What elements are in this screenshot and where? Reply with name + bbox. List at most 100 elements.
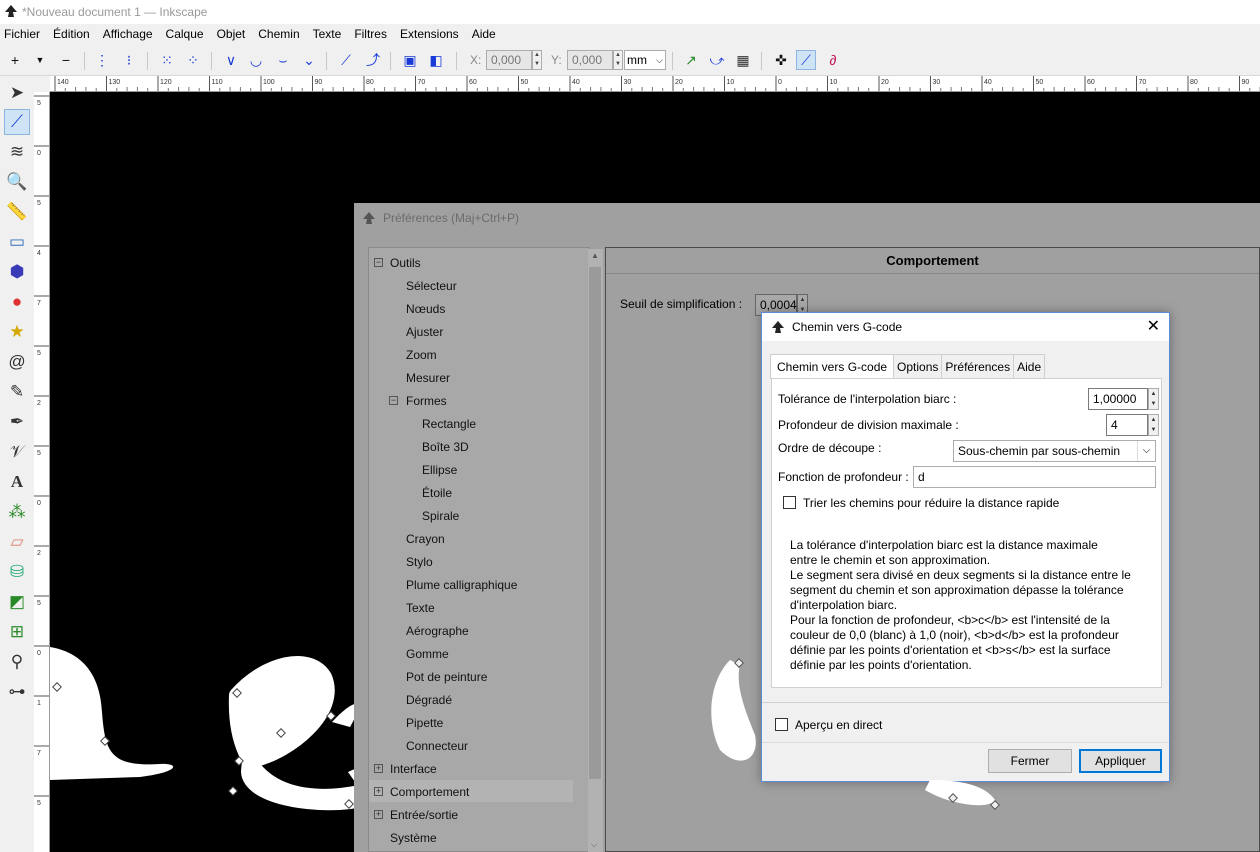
depth-spin-arrows[interactable]: ▲ ▼: [1148, 414, 1159, 436]
x-spin-arrows[interactable]: ▲ ▼: [532, 50, 542, 70]
text-tool-icon[interactable]: A: [4, 469, 30, 495]
tree-item[interactable]: Formes: [406, 391, 447, 411]
pencil-tool-icon[interactable]: ✎: [4, 379, 30, 405]
show-handles-icon[interactable]: ⟋: [796, 50, 816, 70]
menu-calque[interactable]: Calque: [166, 27, 204, 41]
insert-node-dropdown-icon[interactable]: ▼: [30, 50, 50, 70]
tree-item[interactable]: Étoile: [422, 483, 452, 503]
y-spin-arrows[interactable]: ▲ ▼: [613, 50, 623, 70]
menu-affichage[interactable]: Affichage: [103, 27, 153, 41]
node-cusp-icon[interactable]: ∨: [221, 50, 241, 70]
tree-item[interactable]: Comportement: [390, 782, 469, 802]
tree-item[interactable]: Ajuster: [406, 322, 443, 342]
insert-node-icon[interactable]: +: [5, 50, 25, 70]
tree-item[interactable]: Crayon: [406, 529, 445, 549]
tab-aide[interactable]: Aide: [1013, 354, 1046, 378]
join-nodes-icon[interactable]: ⋮: [92, 50, 112, 70]
tree-item[interactable]: Spirale: [422, 506, 459, 526]
eraser-tool-icon[interactable]: ▱: [4, 529, 30, 555]
menu-aide[interactable]: Aide: [472, 27, 496, 41]
tolerance-spin-arrows[interactable]: ▲ ▼: [1148, 388, 1159, 410]
tree-item[interactable]: Pipette: [406, 713, 443, 733]
tree-item[interactable]: Entrée/sortie: [390, 805, 458, 825]
ellipse-tool-icon[interactable]: ●: [4, 289, 30, 315]
tree-item[interactable]: Boîte 3D: [422, 437, 469, 457]
pen-tool-icon[interactable]: ✒: [4, 409, 30, 435]
tree-item[interactable]: Stylo: [406, 552, 433, 572]
break-path-icon[interactable]: ⁝: [119, 50, 139, 70]
paint-bucket-tool-icon[interactable]: ⛁: [4, 559, 30, 585]
tree-item[interactable]: Aérographe: [406, 621, 469, 641]
collapse-icon[interactable]: −: [389, 396, 398, 405]
selector-tool-icon[interactable]: ➤: [4, 80, 30, 106]
delete-node-icon[interactable]: −: [56, 50, 76, 70]
tree-item[interactable]: Texte: [406, 598, 435, 618]
gradient-tool-icon[interactable]: ◩: [4, 589, 30, 615]
tree-item[interactable]: Rectangle: [422, 414, 476, 434]
expand-icon[interactable]: +: [374, 787, 383, 796]
dropper-tool-icon[interactable]: ⚲: [4, 649, 30, 675]
scroll-thumb[interactable]: [589, 267, 601, 779]
tree-scrollbar[interactable]: ▲ ⌵: [588, 249, 603, 852]
segment-curve-icon[interactable]: ⤴: [363, 50, 383, 70]
tree-item[interactable]: Pot de peinture: [406, 667, 487, 687]
spiral-tool-icon[interactable]: @: [4, 349, 30, 375]
menu-objet[interactable]: Objet: [217, 27, 246, 41]
tree-item[interactable]: Dégradé: [406, 690, 452, 710]
tree-item[interactable]: Outils: [390, 253, 421, 273]
menu-edition[interactable]: Édition: [53, 27, 90, 41]
tree-item[interactable]: Système: [390, 828, 437, 848]
depth-input[interactable]: 4: [1106, 414, 1148, 436]
rectangle-tool-icon[interactable]: ▭: [4, 229, 30, 255]
collapse-icon[interactable]: −: [374, 258, 383, 267]
node-tool-icon[interactable]: ⟋: [4, 109, 30, 135]
tolerance-input[interactable]: 1,00000: [1088, 388, 1148, 410]
tree-item[interactable]: Plume calligraphique: [406, 575, 517, 595]
y-input[interactable]: 0,000: [567, 50, 613, 70]
depth-fn-input[interactable]: d: [913, 466, 1156, 488]
tree-item[interactable]: Connecteur: [406, 736, 468, 756]
menu-fichier[interactable]: Fichier: [4, 27, 40, 41]
tab-preferences[interactable]: Préférences: [941, 354, 1015, 378]
tree-item[interactable]: Mesurer: [406, 368, 450, 388]
tree-item[interactable]: Nœuds: [406, 299, 445, 319]
path-effect-icon[interactable]: ↗: [681, 50, 701, 70]
scroll-down-icon[interactable]: ⌵: [591, 840, 597, 850]
box3d-tool-icon[interactable]: ⬢: [4, 259, 30, 285]
measure-tool-icon[interactable]: 📏: [4, 199, 30, 225]
connector-tool-icon[interactable]: ⊶: [4, 679, 30, 705]
tree-item[interactable]: Gomme: [406, 644, 449, 664]
transform-handles-icon[interactable]: ✜: [771, 50, 791, 70]
join-segment-icon[interactable]: ⁙: [157, 50, 177, 70]
calligraphy-tool-icon[interactable]: 𝒱: [4, 439, 30, 465]
menu-extensions[interactable]: Extensions: [400, 27, 459, 41]
delete-segment-icon[interactable]: ⁘: [183, 50, 203, 70]
scroll-up-icon[interactable]: ▲: [591, 251, 599, 260]
tree-item[interactable]: Ellipse: [422, 460, 457, 480]
node-smooth-icon[interactable]: ◡: [246, 50, 266, 70]
order-select[interactable]: Sous-chemin par sous-chemin ⌵: [953, 440, 1156, 462]
tree-item[interactable]: Interface: [390, 759, 437, 779]
star-tool-icon[interactable]: ★: [4, 319, 30, 345]
expand-icon[interactable]: +: [374, 810, 383, 819]
stroke-to-path-icon[interactable]: ◧: [426, 50, 446, 70]
tree-item[interactable]: Zoom: [406, 345, 437, 365]
mask-icon[interactable]: ▦: [733, 50, 753, 70]
menu-texte[interactable]: Texte: [313, 27, 342, 41]
sort-checkbox[interactable]: [783, 496, 796, 509]
clip-path-icon[interactable]: ⤻: [707, 50, 727, 70]
segment-line-icon[interactable]: ⟋: [336, 50, 356, 70]
object-to-path-icon[interactable]: ▣: [400, 50, 420, 70]
apply-button[interactable]: Appliquer: [1079, 749, 1162, 773]
preferences-tree[interactable]: − Outils Sélecteur Nœuds Ajuster Zoom Mesurer −…: [368, 247, 603, 852]
tree-item[interactable]: Sélecteur: [406, 276, 457, 296]
menu-filtres[interactable]: Filtres: [354, 27, 387, 41]
tab-chemin-vers-gcode[interactable]: Chemin vers G-code: [770, 354, 895, 379]
tab-options[interactable]: Options: [893, 354, 943, 378]
close-icon[interactable]: ✕: [1147, 313, 1160, 341]
mesh-tool-icon[interactable]: ⊞: [4, 619, 30, 645]
unit-select[interactable]: mm ⌵: [624, 50, 666, 70]
show-outline-icon[interactable]: ∂: [823, 50, 843, 70]
x-input[interactable]: 0,000: [486, 50, 532, 70]
node-auto-icon[interactable]: ⌄: [299, 50, 319, 70]
